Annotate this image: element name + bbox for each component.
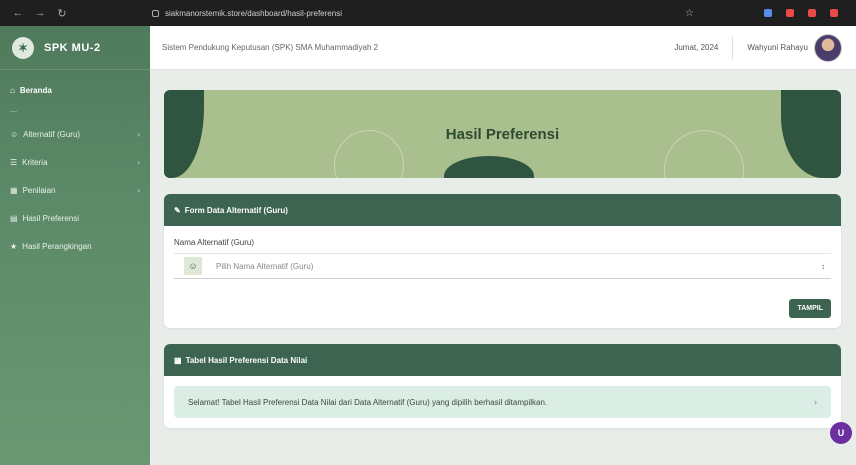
brand-name: SPK MU-2 (44, 41, 101, 54)
sidebar-item-label: Alternatif (Guru) (23, 129, 81, 139)
bookmark-icon[interactable]: ☆ (685, 8, 694, 19)
home-icon: ⌂ (10, 85, 15, 95)
form-card-header: ✎ Form Data Alternatif (Guru) (164, 194, 841, 226)
chevron-down-icon: ↕ (821, 261, 825, 271)
user-name[interactable]: Wahyuni Rahayu (747, 43, 808, 52)
reload-icon[interactable]: ↻ (56, 7, 68, 20)
address-bar[interactable]: siakmanorstemik.store/dashboard/hasil-pr… (140, 3, 560, 23)
table-icon: ▦ (174, 355, 182, 365)
users-icon: ☺ (10, 129, 19, 139)
tampil-button[interactable]: TAMPIL (789, 299, 831, 318)
trophy-icon: ★ (10, 241, 18, 251)
chevron-right-icon: › (137, 157, 140, 167)
url-text: siakmanorstemik.store/dashboard/hasil-pr… (165, 8, 342, 18)
form-card-title: Form Data Alternatif (Guru) (184, 205, 288, 215)
sidebar: ✶ SPK MU-2 ⌂ Beranda — ☺ Alternatif (Gur… (0, 26, 150, 465)
browser-toolbar: ← → ↻ siakmanorstemik.store/dashboard/ha… (0, 0, 856, 26)
table-card-header: ▦ Tabel Hasil Preferensi Data Nilai (164, 344, 841, 376)
sidebar-item-label: Hasil Perangkingan (22, 241, 92, 251)
alternatif-field-label: Nama Alternatif (Guru) (174, 238, 255, 247)
sidebar-item-label: Hasil Preferensi (22, 213, 80, 223)
form-icon: ✎ (174, 205, 181, 215)
form-card-body: Nama Alternatif (Guru) ☺ Pilih Nama Alte… (164, 226, 841, 328)
lock-icon (152, 9, 159, 17)
current-date: Jumat, 2024 (674, 43, 719, 52)
table-card-title: Tabel Hasil Preferensi Data Nilai (185, 355, 308, 365)
sidebar-item-beranda[interactable]: ⌂ Beranda (0, 76, 150, 104)
table-card: ▦ Tabel Hasil Preferensi Data Nilai Sela… (164, 344, 841, 428)
chart-icon: ▤ (10, 213, 18, 223)
banner-decoration (444, 156, 534, 178)
sidebar-brand[interactable]: ✶ SPK MU-2 (0, 26, 150, 70)
sidebar-item-kriteria[interactable]: ☰ Kriteria › (0, 148, 150, 176)
list-icon: ☰ (10, 157, 18, 167)
extension-icon[interactable] (763, 9, 772, 17)
forward-icon[interactable]: → (34, 7, 46, 20)
user-icon: ☺ (184, 257, 202, 275)
select-placeholder: Pilih Nama Alternatif (Guru) (216, 261, 314, 271)
sidebar-item-label: Penilaian (22, 185, 56, 195)
banner-decoration (781, 90, 841, 178)
extension-icon[interactable] (807, 9, 816, 17)
breadcrumb: Sistem Pendukung Keputusan (SPK) SMA Muh… (162, 43, 379, 52)
school-logo-icon: ✶ (12, 36, 34, 59)
alert-text: Selamat! Tabel Hasil Preferensi Data Nil… (188, 397, 548, 407)
sidebar-heading: — (10, 108, 17, 115)
floating-action-button[interactable]: U (830, 422, 852, 444)
clipboard-icon: ▦ (10, 185, 18, 195)
page-title: Hasil Preferensi (445, 125, 560, 143)
success-alert: Selamat! Tabel Hasil Preferensi Data Nil… (174, 386, 831, 418)
browser-nav: ← → ↻ (0, 7, 140, 20)
close-icon[interactable]: › (814, 397, 817, 407)
sidebar-item-hasil-perangkingan[interactable]: ★ Hasil Perangkingan (0, 232, 150, 260)
page-banner: Hasil Preferensi (164, 90, 841, 178)
topbar: Sistem Pendukung Keputusan (SPK) SMA Muh… (150, 26, 856, 70)
banner-decoration (164, 90, 204, 178)
chevron-right-icon: › (137, 129, 140, 139)
extension-icon[interactable] (829, 9, 838, 17)
chevron-right-icon: › (137, 185, 140, 195)
form-actions: TAMPIL (174, 299, 831, 318)
extension-icon[interactable] (785, 9, 794, 17)
banner-ring-decoration (664, 130, 744, 178)
sidebar-item-alternatif[interactable]: ☺ Alternatif (Guru) › (0, 120, 150, 148)
extensions-bar (763, 9, 838, 17)
banner-ring-decoration (334, 130, 404, 178)
sidebar-item-penilaian[interactable]: ▦ Penilaian › (0, 176, 150, 204)
back-icon[interactable]: ← (12, 7, 24, 20)
topbar-divider (732, 36, 734, 59)
sidebar-item-hasil-preferensi[interactable]: ▤ Hasil Preferensi (0, 204, 150, 232)
avatar[interactable] (814, 33, 842, 62)
alternatif-select[interactable]: ☺ Pilih Nama Alternatif (Guru) ↕ (174, 253, 831, 279)
sidebar-item-label: Kriteria (22, 157, 48, 167)
sidebar-item-label: Beranda (19, 85, 52, 95)
form-card: ✎ Form Data Alternatif (Guru) Nama Alter… (164, 194, 841, 328)
main-content: Hasil Preferensi ✎ Form Data Alternatif … (164, 90, 841, 428)
